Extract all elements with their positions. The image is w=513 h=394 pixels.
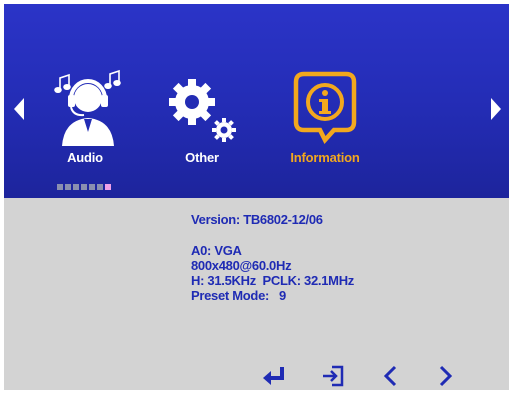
- menu-item-label: Audio: [67, 150, 103, 165]
- scroll-left-arrow-icon[interactable]: [14, 98, 24, 120]
- page-dot: [89, 184, 95, 190]
- timing-text: H: 31.5KHz PCLK: 32.1MHz: [191, 273, 354, 288]
- resolution-text: 800x480@60.0Hz: [191, 258, 292, 273]
- version-text: Version: TB6802-12/06: [191, 212, 323, 227]
- page-dot: [97, 184, 103, 190]
- page-dot: [81, 184, 87, 190]
- osd-menu: Audio Other Information Version: TB6802-…: [4, 4, 509, 390]
- gears-icon: [169, 79, 236, 142]
- info-bubble-icon: [293, 71, 357, 144]
- right-icon[interactable]: [434, 364, 456, 388]
- menu-header: Audio Other Information: [4, 4, 509, 198]
- input-source-text: A0: VGA: [191, 243, 242, 258]
- page-dot: [57, 184, 63, 190]
- preset-mode-text: Preset Mode: 9: [191, 288, 286, 303]
- menu-item-audio[interactable]: Audio: [40, 66, 130, 176]
- exit-icon[interactable]: [320, 364, 348, 388]
- page-dot: [73, 184, 79, 190]
- menu-item-other[interactable]: Other: [152, 66, 252, 176]
- menu-item-information[interactable]: Information: [270, 66, 380, 176]
- page-dot-active: [105, 184, 111, 190]
- scroll-right-arrow-icon[interactable]: [491, 98, 501, 120]
- information-panel: Version: TB6802-12/06 A0: VGA 800x480@60…: [191, 212, 354, 303]
- left-icon[interactable]: [380, 364, 402, 388]
- menu-item-label: Other: [185, 150, 219, 165]
- page-dot: [65, 184, 71, 190]
- menu-item-label: Information: [290, 150, 360, 165]
- page-indicator: [57, 184, 113, 192]
- enter-icon[interactable]: [260, 364, 290, 388]
- headset-person-icon: [54, 69, 121, 146]
